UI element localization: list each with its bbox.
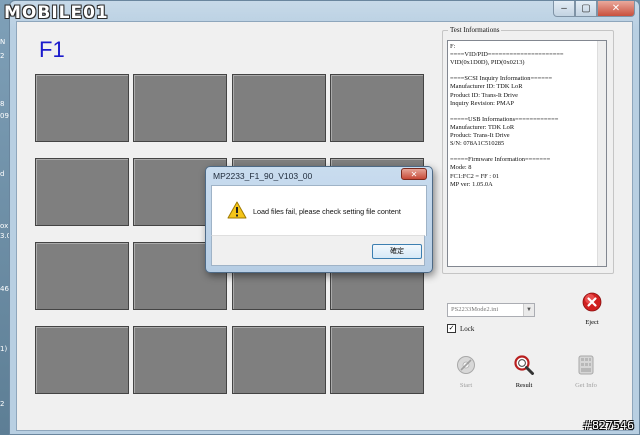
dialog-close-button[interactable]: ✕ (401, 168, 427, 180)
desktop-text: 2 (0, 52, 5, 60)
test-info-text: F: ====VID/PID===================== VID(… (450, 43, 564, 188)
eject-icon (582, 292, 602, 312)
port-title: F1 (39, 37, 65, 62)
desktop-text: d (0, 170, 5, 178)
window-controls: – ▢ ✕ (553, 1, 635, 17)
maximize-button[interactable]: ▢ (575, 1, 597, 17)
desktop-text: 46 (0, 285, 9, 293)
test-info-legend: Test Informations (448, 26, 502, 34)
minimize-button[interactable]: – (553, 1, 575, 17)
get-info-button[interactable]: Get Info (566, 355, 606, 389)
warning-icon (227, 201, 247, 219)
desktop-text: 1) (0, 345, 8, 353)
port-slot (330, 326, 424, 394)
test-info-group: Test Informations F: ====VID/PID========… (442, 26, 614, 274)
lock-label: Lock (460, 324, 475, 333)
port-slot (35, 326, 129, 394)
eject-button[interactable]: Eject (575, 292, 609, 326)
lock-checkbox-group[interactable]: ✓ Lock (447, 324, 474, 333)
lock-checkbox[interactable]: ✓ (447, 324, 456, 333)
desktop-text: 2 (0, 400, 5, 408)
port-slot (35, 158, 129, 226)
port-slot (330, 74, 424, 142)
logo-text: MOBILE01 (4, 3, 109, 23)
port-slot (35, 242, 129, 310)
port-slot (35, 74, 129, 142)
desktop-text: 09 (0, 112, 9, 120)
port-slot (133, 74, 227, 142)
eject-label: Eject (585, 319, 599, 326)
logo: MOBILE01 (4, 1, 130, 23)
test-info-textbox[interactable]: F: ====VID/PID===================== VID(… (447, 40, 607, 267)
get-info-icon (578, 355, 594, 375)
port-slot (232, 74, 326, 142)
title-bar[interactable]: MOBILE01 – ▢ ✕ (4, 1, 639, 23)
desktop-text: 8 (0, 100, 5, 108)
mode-select[interactable]: PS2233Mode2.ini ▼ (447, 303, 535, 317)
get-info-label: Get Info (575, 382, 597, 389)
port-slot (232, 326, 326, 394)
start-icon (457, 356, 475, 374)
mode-select-value: PS2233Mode2.ini (451, 306, 499, 313)
port-slot (133, 326, 227, 394)
result-label: Result (515, 382, 533, 389)
dialog-footer: 確定 (211, 235, 425, 266)
close-button[interactable]: ✕ (597, 1, 635, 17)
dialog-message: Load files fail, please check setting fi… (253, 207, 401, 216)
chevron-down-icon[interactable]: ▼ (523, 304, 534, 316)
start-button[interactable]: Start (449, 355, 483, 389)
result-button[interactable]: Result (507, 355, 541, 389)
desktop-text: N (0, 38, 6, 46)
scrollbar[interactable] (597, 41, 606, 266)
dialog-body: Load files fail, please check setting fi… (211, 185, 427, 236)
dialog-title: MP2233_F1_90_V103_00 (213, 171, 313, 181)
magnifier-icon (514, 355, 534, 375)
desktop-text: ox (0, 222, 9, 230)
error-dialog: MP2233_F1_90_V103_00 ✕ Load files fail, … (205, 166, 433, 273)
watermark: #827546 (582, 419, 634, 432)
ok-button[interactable]: 確定 (372, 244, 422, 259)
start-label: Start (459, 382, 473, 389)
